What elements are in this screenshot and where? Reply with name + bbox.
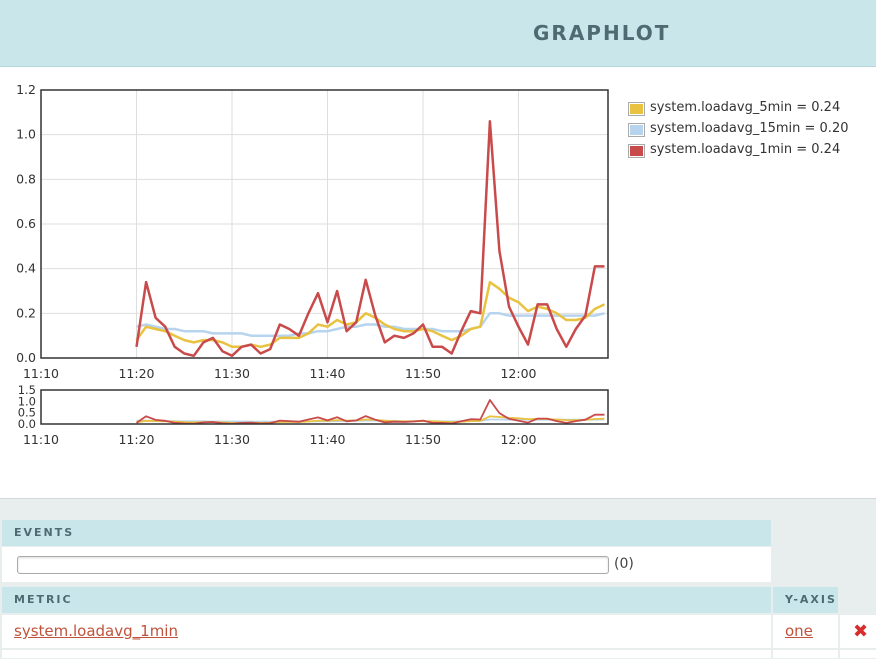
x-tick-label: 12:00 <box>500 432 536 447</box>
x-tick-label: 12:00 <box>500 366 536 381</box>
legend-swatch <box>628 102 645 116</box>
y-tick-label: 0.4 <box>16 261 36 276</box>
legend-label: system.loadavg_1min = 0.24 <box>650 142 841 157</box>
x-tick-label: 11:40 <box>309 432 345 447</box>
legend-label: system.loadavg_15min = 0.20 <box>650 121 849 136</box>
y-tick-label: 0.0 <box>16 350 36 365</box>
chart-legend: system.loadavg_5min = 0.24 system.loadav… <box>628 100 868 163</box>
x-tick-label: 11:50 <box>405 432 441 447</box>
overview-chart: 0.00.51.01.511:10 11:20 11:30 11:40 11:50 12:… <box>18 383 609 447</box>
x-tick-label: 11:40 <box>309 366 345 381</box>
chart-area[interactable]: 0.0 0.2 0.4 0.6 0.8 1.0 1.2 11:10 11:20 11:30 11:4… <box>0 0 876 460</box>
y-tick-label: 0.2 <box>16 305 36 320</box>
events-header: EVENTS <box>2 520 771 546</box>
legend-label: system.loadavg_5min = 0.24 <box>650 100 841 115</box>
next-remove-cell <box>840 650 876 658</box>
legend-swatch <box>628 144 645 158</box>
y-tick-label: 1.5 <box>18 383 36 397</box>
x-tick-label: 11:10 <box>23 366 59 381</box>
legend-item-15min: system.loadavg_15min = 0.20 <box>628 121 868 137</box>
y-tick-label: 1.0 <box>16 127 36 142</box>
x-tick-label: 11:50 <box>405 366 441 381</box>
metric-cell: system.loadavg_1min <box>2 615 771 648</box>
remove-metric-icon[interactable]: ✖ <box>853 621 868 642</box>
metric-link[interactable]: system.loadavg_1min <box>14 622 178 640</box>
legend-item-1min: system.loadavg_1min = 0.24 <box>628 142 868 158</box>
x-tick-label: 11:20 <box>118 366 154 381</box>
yaxis-cell: one <box>773 615 838 648</box>
x-tick-label: 11:20 <box>118 432 154 447</box>
y-tick-label: 0.6 <box>16 216 36 231</box>
next-yaxis-cell <box>773 650 838 658</box>
yaxis-link[interactable]: one <box>785 622 813 640</box>
metric-column-header: METRIC <box>2 587 771 613</box>
x-tick-label: 11:10 <box>23 432 59 447</box>
events-count: (0) <box>614 556 634 572</box>
x-tick-label: 11:30 <box>214 366 250 381</box>
x-tick-label: 11:30 <box>214 432 250 447</box>
events-input[interactable] <box>17 556 609 574</box>
y-tick-label: 1.2 <box>16 82 36 97</box>
yaxis-column-header: Y-AXIS <box>773 587 838 613</box>
legend-swatch <box>628 123 645 137</box>
next-metric-row <box>2 650 771 658</box>
legend-item-5min: system.loadavg_5min = 0.24 <box>628 100 868 116</box>
main-chart: 0.0 0.2 0.4 0.6 0.8 1.0 1.2 11:10 11:20 11:30 11:4… <box>16 82 609 381</box>
y-tick-label: 0.8 <box>16 171 36 186</box>
